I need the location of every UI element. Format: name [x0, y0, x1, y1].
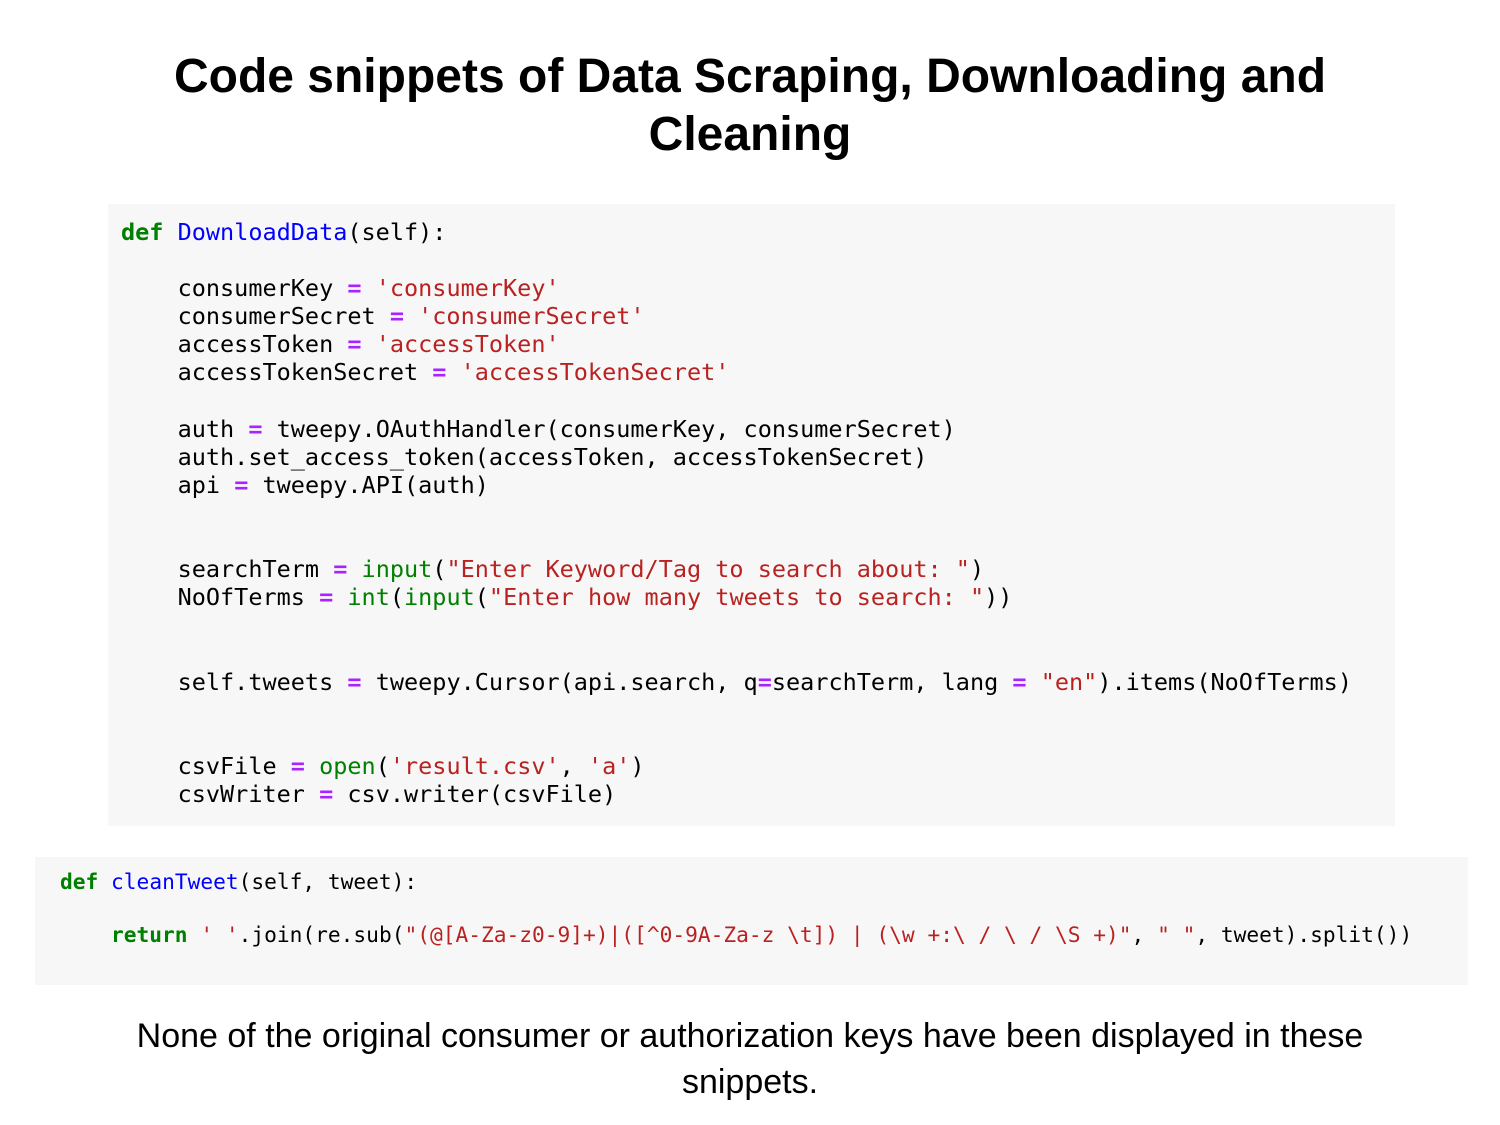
builtin-function: input — [361, 555, 433, 584]
assign-operator: = — [757, 667, 772, 696]
string-literal: " " — [1157, 922, 1196, 948]
code-identifier: auth — [177, 414, 235, 443]
code-punctuation: ( — [389, 583, 405, 612]
code-expression: tweepy.Cursor(api.search, q — [375, 667, 758, 696]
code-identifier: csvFile — [177, 751, 277, 780]
code-expression: .join(re.sub( — [238, 922, 405, 948]
builtin-function: int — [347, 583, 390, 612]
function-signature: (self, tweet): — [238, 869, 418, 894]
clean-tweet-code: def cleanTweet(self, tweet): return ' '.… — [60, 869, 1468, 949]
string-literal: 'accessTokenSecret' — [460, 358, 730, 387]
code-expression: searchTerm, lang — [771, 667, 1013, 696]
assign-operator: = — [432, 358, 447, 387]
code-punctuation: )) — [984, 583, 1013, 612]
string-literal: 'a' — [587, 751, 631, 780]
clean-tweet-code-block: def cleanTweet(self, tweet): return ' '.… — [35, 857, 1468, 985]
string-literal: 'result.csv' — [389, 751, 560, 780]
code-punctuation: , — [559, 751, 588, 780]
code-expression: , tweet).split()) — [1195, 922, 1413, 948]
code-statement: auth.set_access_token(accessToken, acces… — [177, 442, 928, 471]
code-expression: csv.writer(csvFile) — [347, 779, 617, 808]
code-identifier: self.tweets — [177, 667, 334, 696]
regex-string-literal: "(@[A-Za-z0-9]+)|([^0-9A-Za-z \t]) | (\w… — [404, 922, 1132, 948]
code-identifier: accessTokenSecret — [177, 358, 419, 387]
string-literal: 'consumerSecret' — [418, 302, 645, 331]
code-identifier: searchTerm — [177, 555, 320, 584]
code-punctuation: ( — [432, 555, 447, 584]
string-literal: 'consumerKey' — [375, 274, 560, 303]
string-literal: "Enter Keyword/Tag to search about: " — [446, 555, 970, 584]
function-name: cleanTweet — [111, 869, 239, 894]
code-expression: tweepy.API(auth) — [262, 470, 489, 499]
string-literal: ' ' — [200, 922, 239, 948]
code-identifier: consumerSecret — [177, 302, 376, 331]
code-expression: tweepy.OAuthHandler(consumerKey, consume… — [276, 414, 956, 443]
string-literal: 'accessToken' — [375, 330, 560, 359]
code-expression: ).items(NoOfTerms) — [1097, 667, 1352, 696]
string-literal: "Enter how many tweets to search: " — [488, 583, 985, 612]
code-punctuation: ( — [474, 583, 489, 612]
download-data-code-block: def DownloadData(self): consumerKey = 'c… — [108, 204, 1395, 826]
assign-operator: = — [248, 414, 263, 443]
assign-operator: = — [333, 555, 348, 584]
assign-operator: = — [389, 302, 404, 331]
string-literal: "en" — [1040, 667, 1098, 696]
function-signature: (self): — [347, 218, 447, 246]
def-keyword: def — [121, 218, 164, 246]
assign-operator: = — [347, 274, 362, 303]
code-identifier: consumerKey — [177, 274, 334, 303]
code-punctuation: ) — [630, 751, 645, 780]
code-identifier: csvWriter — [177, 779, 305, 808]
footnote: None of the original consumer or authori… — [136, 1017, 1364, 1101]
assign-operator: = — [1012, 667, 1027, 696]
builtin-function: input — [404, 583, 475, 612]
function-name: DownloadData — [177, 218, 348, 246]
code-punctuation: , — [1131, 922, 1158, 948]
def-keyword: def — [60, 869, 99, 894]
assign-operator: = — [319, 779, 334, 808]
assign-operator: = — [290, 751, 305, 780]
code-punctuation: ) — [969, 555, 985, 584]
code-identifier: api — [177, 470, 221, 499]
code-punctuation: ( — [375, 751, 390, 780]
assign-operator: = — [347, 330, 362, 359]
download-data-code: def DownloadData(self): consumerKey = 'c… — [121, 218, 1395, 808]
builtin-function: open — [319, 751, 376, 780]
assign-operator: = — [234, 470, 249, 499]
code-identifier: NoOfTerms — [177, 583, 305, 612]
return-keyword: return — [111, 922, 188, 948]
assign-operator: = — [319, 583, 334, 612]
slide-title: Code snippets of Data Scraping, Download… — [173, 50, 1327, 161]
assign-operator: = — [347, 667, 362, 696]
code-identifier: accessToken — [177, 330, 334, 359]
